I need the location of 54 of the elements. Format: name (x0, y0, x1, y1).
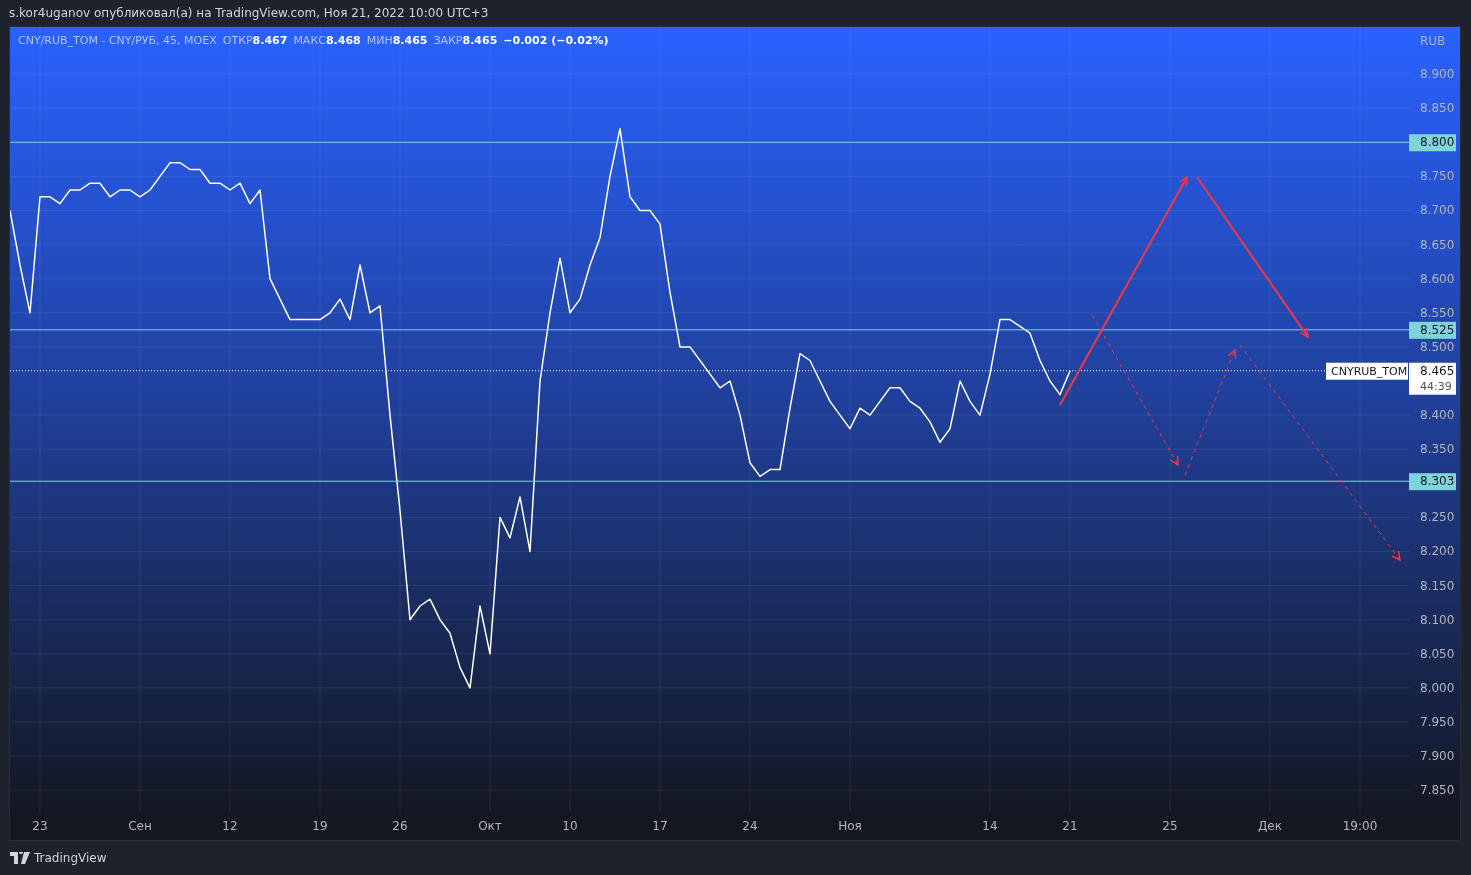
last-price-tag: 8.465 44:39 (1409, 362, 1456, 395)
ref-line-label: 8.303 (1420, 474, 1455, 489)
y-axis-label: 8.600 (1420, 271, 1455, 286)
x-axis-label: 21 (1062, 819, 1078, 833)
ohlc-label: МАКС (293, 34, 326, 47)
y-axis-label: 8.250 (1420, 510, 1455, 525)
x-axis-label: 19 (312, 819, 328, 833)
ref-line-label: 8.525 (1420, 322, 1455, 337)
y-axis-label: 8.900 (1420, 67, 1455, 82)
y-axis-label: 8.350 (1420, 442, 1455, 457)
level-price-tag: 8.800 (1409, 134, 1456, 152)
y-axis-label: 8.750 (1420, 169, 1455, 184)
y-axis-label: 7.950 (1420, 714, 1455, 729)
y-axis-label: 7.850 (1420, 783, 1455, 798)
y-axis-label: 8.650 (1420, 237, 1455, 252)
y-axis-label: 8.550 (1420, 305, 1455, 320)
x-axis-label: 12 (222, 819, 238, 833)
ref-line-label: 8.800 (1420, 135, 1455, 150)
x-axis-label: 24 (742, 819, 758, 833)
x-axis-label: 23 (32, 819, 48, 833)
x-axis-label: 19:00 (1342, 819, 1378, 833)
ohlc-value: 8.465 (462, 34, 498, 47)
ohlc-label: МИН (366, 34, 393, 47)
y-axis-label: 7.900 (1420, 749, 1455, 764)
x-axis-label: 17 (652, 819, 668, 833)
y-axis-label: 8.500 (1420, 339, 1455, 354)
x-axis-label: Дек (1258, 819, 1282, 833)
ohlc-label: ЗАКР (433, 34, 463, 47)
y-axis-label: 8.400 (1420, 408, 1455, 423)
x-axis-label: 14 (982, 819, 998, 833)
y-axis-label: 8.100 (1420, 612, 1455, 627)
ohlc-value: 8.465 (392, 34, 428, 47)
publication-info: s.kor4uganov опубликовал(а) на TradingView.com, Ноя 21, 2022 10:00 UTC+3 (8, 5, 490, 22)
x-axis-label: Окт (478, 819, 502, 833)
y-axis-label: 8.850 (1420, 101, 1455, 116)
x-axis-label: Сен (128, 819, 152, 833)
x-axis-label: 10 (562, 819, 578, 833)
ohlc-value: 8.467 (252, 34, 288, 47)
x-axis-label: 25 (1162, 819, 1178, 833)
symbol-title: CNY/RUB_TOM - CNY/РУБ, 45, MOEX (18, 34, 217, 47)
x-axis-label: 26 (392, 819, 408, 833)
y-axis-label: 8.050 (1420, 646, 1455, 661)
x-axis-label: Ноя (838, 819, 862, 833)
logo-icon (10, 852, 30, 864)
y-axis-label: 8.700 (1420, 203, 1455, 218)
price-change: −0.002 (−0.02%) (503, 34, 609, 47)
level-price-tag: 8.303 (1409, 473, 1456, 491)
ohlc-value: 8.468 (325, 34, 361, 47)
ohlc-label: ОТКР (222, 34, 253, 47)
y-axis-label: 8.000 (1420, 680, 1455, 695)
brand-name: TradingView (34, 851, 107, 865)
y-axis-label: 8.200 (1420, 544, 1455, 559)
axis-unit: RUB (1420, 34, 1446, 48)
y-axis-label: 8.150 (1420, 578, 1455, 593)
